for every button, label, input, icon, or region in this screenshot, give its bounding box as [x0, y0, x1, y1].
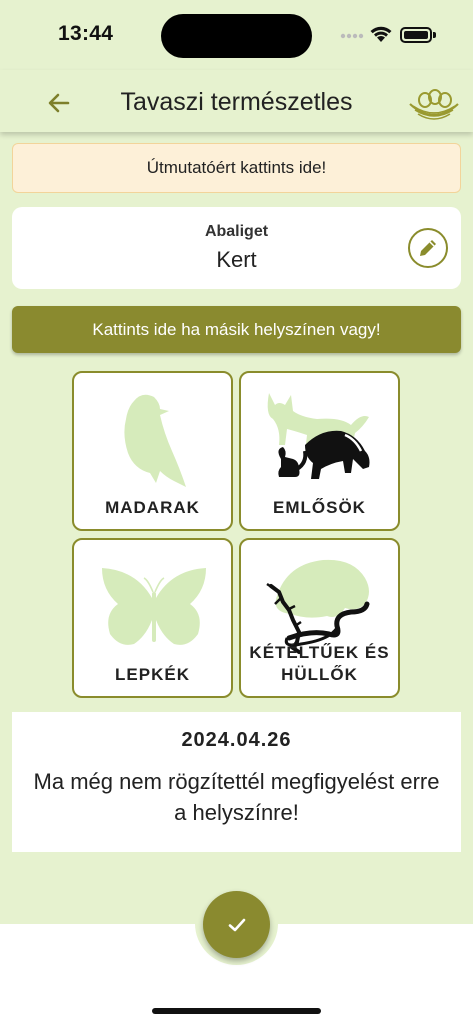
- nest-icon[interactable]: [406, 80, 462, 126]
- back-arrow-icon[interactable]: [44, 88, 74, 118]
- category-tile-butterflies[interactable]: LEPKÉK: [72, 538, 233, 698]
- category-label: MADARAK: [105, 498, 200, 517]
- category-tile-mammals[interactable]: EMLŐSÖK: [239, 371, 400, 531]
- battery-icon: [400, 27, 432, 43]
- observation-date: 2024.04.26: [181, 729, 292, 751]
- pencil-icon: [420, 240, 436, 256]
- empty-observations-message: Ma még nem rögzítettél megfigyelést erre…: [33, 769, 440, 825]
- observations-panel: 2024.04.26 Ma még nem rögzítettél megfig…: [12, 712, 461, 852]
- dynamic-island: [161, 14, 312, 58]
- location-card: Abaliget Kert: [12, 207, 461, 289]
- category-label: LEPKÉK: [115, 665, 190, 684]
- change-location-button[interactable]: Kattints ide ha másik helyszínen vagy!: [12, 306, 461, 353]
- category-tile-birds[interactable]: MADARAK: [72, 371, 233, 531]
- home-indicator: [152, 1008, 321, 1014]
- status-time: 13:44: [58, 22, 114, 45]
- signal-icon: [340, 33, 364, 39]
- guide-banner[interactable]: Útmutatóért kattints ide!: [12, 143, 461, 193]
- status-bar: 13:44: [0, 0, 473, 70]
- edit-location-button[interactable]: [408, 228, 448, 268]
- page-title: Tavaszi természetles: [120, 88, 353, 116]
- category-label: KÉTÉLTŰEK ÉS HÜLLŐK: [249, 643, 390, 684]
- wifi-icon: [370, 26, 392, 42]
- checkmark-icon: [228, 918, 245, 931]
- location-label: Abaliget: [204, 223, 269, 240]
- category-tile-amphibians-reptiles[interactable]: KÉTÉLTŰEK ÉS HÜLLŐK: [239, 538, 400, 698]
- confirm-button[interactable]: [203, 891, 270, 958]
- location-name: Kert: [216, 247, 257, 272]
- app-bar: Tavaszi természetles: [0, 70, 473, 132]
- category-label: EMLŐSÖK: [273, 498, 366, 517]
